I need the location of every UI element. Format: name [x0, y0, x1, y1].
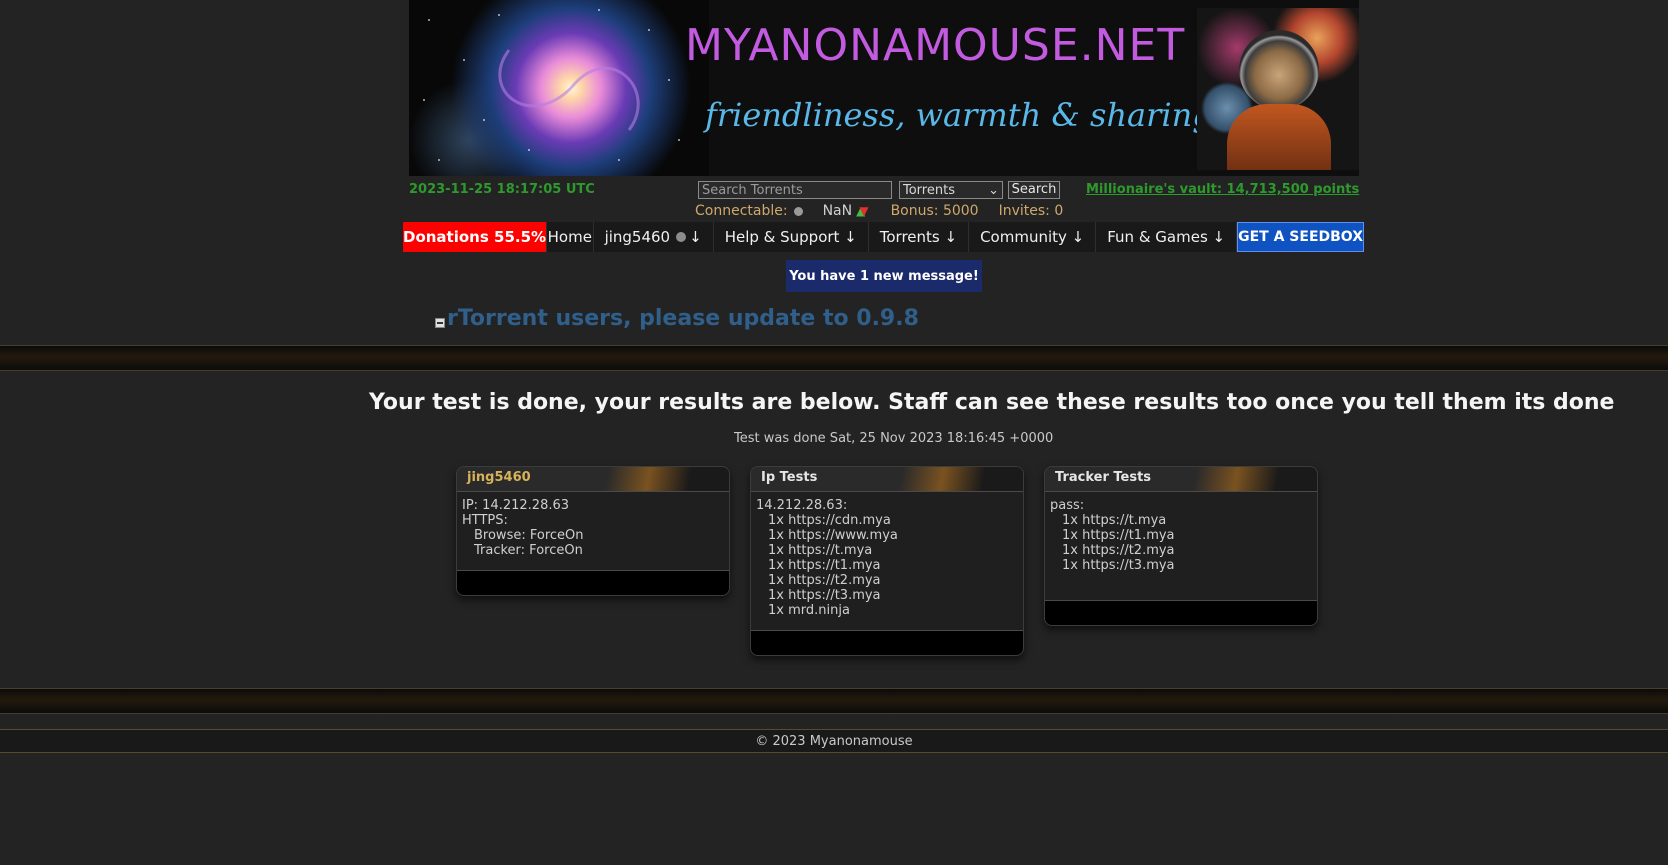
ip-tests-panel: Ip Tests 14.212.28.63: 1x https://cdn.my…: [750, 466, 1024, 656]
copyright-text: © 2023 Myanonamouse: [755, 733, 913, 749]
list-item: 1x https://t3.mya: [768, 588, 881, 603]
list-item: 1x https://t.mya: [768, 543, 873, 558]
list-item: 1x https://t2.mya: [768, 573, 881, 588]
browse-line: Browse: ForceOn: [474, 528, 584, 543]
galaxy-image: [409, 0, 709, 176]
footer: © 2023 Myanonamouse: [0, 729, 1668, 753]
nav-fun-games[interactable]: Fun & Games ↓: [1096, 222, 1238, 252]
list-item: 1x https://t2.mya: [1062, 543, 1175, 558]
astronaut-mouse-image: [1197, 8, 1359, 170]
site-tagline: friendliness, warmth & sharing: [705, 96, 1213, 134]
list-item: 1x https://t1.mya: [768, 558, 881, 573]
category-select[interactable]: Torrents ⌄: [899, 181, 1003, 199]
get-seedbox-button[interactable]: GET A SEEDBOX: [1237, 222, 1364, 252]
panel-title: Tracker Tests: [1045, 467, 1317, 492]
panel-body: IP: 14.212.28.63 HTTPS: Browse: ForceOn …: [457, 492, 729, 571]
https-line: HTTPS:: [462, 513, 508, 528]
nav-home[interactable]: Home: [547, 222, 594, 252]
collapse-icon[interactable]: [435, 317, 445, 328]
helmet-graphic: [1239, 30, 1319, 110]
tracker-tests-panel: Tracker Tests pass: 1x https://t.mya 1x …: [1044, 466, 1318, 626]
server-datetime: 2023-11-25 18:17:05 UTC: [409, 182, 595, 197]
bonus-link[interactable]: Bonus: 5000: [891, 203, 979, 219]
news-heading[interactable]: rTorrent users, please update to 0.9.8: [435, 306, 919, 331]
nav-user-menu[interactable]: jing5460 ↓: [594, 222, 714, 252]
list-item: 1x https://t1.mya: [1062, 528, 1175, 543]
nav-user-label: jing5460: [604, 228, 671, 246]
panel-title: Ip Tests: [751, 467, 1023, 492]
user-status-row: Connectable: NaN ▲▼ Bonus: 5000 Invites:…: [695, 203, 1063, 219]
panel-body: pass: 1x https://t.mya 1x https://t1.mya…: [1045, 492, 1317, 601]
list-item: 1x https://cdn.mya: [768, 513, 891, 528]
ratio-value: NaN: [822, 203, 853, 219]
list-item: 1x mrd.ninja: [768, 603, 850, 618]
invites-link[interactable]: Invites: 0: [999, 203, 1064, 219]
user-panel: jing5460 IP: 14.212.28.63 HTTPS: Browse:…: [456, 466, 730, 596]
category-selected-value: Torrents: [903, 182, 955, 198]
nav-help-support[interactable]: Help & Support ↓: [714, 222, 869, 252]
user-status-icon: [676, 232, 687, 242]
starfield-graphic: [423, 9, 680, 161]
panel-footer: [1045, 601, 1317, 625]
list-item: 1x https://www.mya: [768, 528, 898, 543]
donations-link[interactable]: Donations 55.5%: [403, 222, 548, 252]
panel-body: 14.212.28.63: 1x https://cdn.mya 1x http…: [751, 492, 1023, 631]
ip-address-line: 14.212.28.63:: [756, 498, 848, 513]
new-message-button[interactable]: You have 1 new message!: [786, 260, 982, 292]
divider-band-top: [0, 345, 1668, 371]
site-name: MYANONAMOUSE.NET: [685, 20, 1186, 71]
nav-community[interactable]: Community ↓: [969, 222, 1097, 252]
site-banner[interactable]: MYANONAMOUSE.NET friendliness, warmth & …: [409, 0, 1359, 176]
millionaires-vault-link[interactable]: Millionaire's vault: 14,713,500 points: [1086, 182, 1359, 197]
chevron-down-icon: ↓: [689, 228, 702, 246]
tracker-line: Tracker: ForceOn: [474, 543, 583, 558]
tracker-status-line: pass:: [1050, 498, 1085, 513]
connectable-label: Connectable:: [695, 203, 788, 219]
connectable-status-icon: [793, 206, 803, 216]
panel-title: jing5460: [457, 467, 729, 492]
divider-band-bottom: [0, 688, 1668, 714]
list-item: 1x https://t3.mya: [1062, 558, 1175, 573]
news-heading-text: rTorrent users, please update to 0.9.8: [447, 306, 919, 331]
suit-graphic: [1227, 104, 1331, 170]
panel-footer: [457, 571, 729, 595]
ratio-arrows-icon: ▲▼: [856, 204, 869, 218]
chevron-down-icon: ⌄: [988, 182, 999, 198]
search-button[interactable]: Search: [1008, 181, 1060, 199]
search-input[interactable]: [698, 181, 892, 199]
panel-footer: [751, 631, 1023, 655]
nav-torrents[interactable]: Torrents ↓: [869, 222, 970, 252]
ip-line: IP: 14.212.28.63: [462, 498, 570, 513]
results-title: Your test is done, your results are belo…: [369, 390, 1615, 415]
main-navbar: Donations 55.5% Home jing5460 ↓ Help & S…: [403, 222, 1364, 252]
test-date: Test was done Sat, 25 Nov 2023 18:16:45 …: [734, 431, 1054, 446]
list-item: 1x https://t.mya: [1062, 513, 1167, 528]
